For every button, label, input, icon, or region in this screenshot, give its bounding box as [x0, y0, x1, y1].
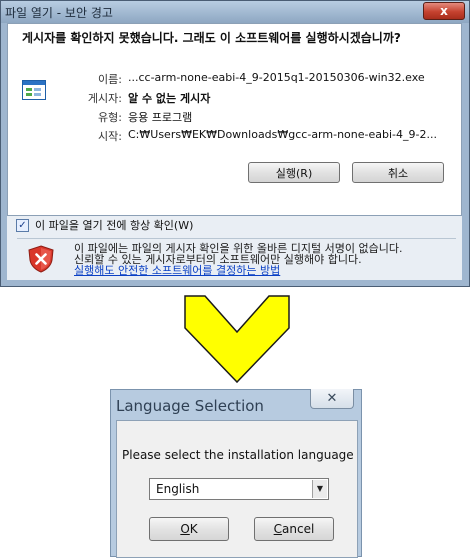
- security-question: 게시자를 확인하지 못했습니다. 그래도 이 소프트웨어를 실행하시겠습니까?: [22, 31, 401, 45]
- ok-button[interactable]: OK: [149, 517, 229, 541]
- run-button-label: 실행(R): [275, 166, 313, 180]
- shield-warning-icon: [28, 245, 54, 273]
- security-dialog-close-button[interactable]: x: [423, 2, 465, 20]
- from-label: 시작:: [98, 130, 122, 143]
- language-select-value: English: [156, 482, 200, 496]
- run-button[interactable]: 실행(R): [248, 162, 340, 183]
- name-value: ...cc-arm-none-eabi-4_9-2015q1-20150306-…: [128, 71, 425, 84]
- cancel-button-label: 취소: [387, 166, 409, 180]
- down-chevron-arrow-icon: [184, 295, 290, 384]
- dropdown-arrow-icon[interactable]: ▼: [312, 480, 327, 498]
- close-icon: x: [440, 4, 448, 18]
- language-prompt: Please select the installation language: [122, 448, 354, 462]
- security-dialog-title: 파일 열기 - 보안 경고: [5, 6, 113, 20]
- language-dialog-titlebar[interactable]: Language Selection ✕: [111, 389, 361, 420]
- cancel-button[interactable]: 취소: [352, 162, 444, 183]
- type-value: 응용 프로그램: [128, 111, 193, 124]
- warning-text: 이 파일에는 파일의 게시자 확인을 위한 올바른 디지털 서명이 없습니다. …: [74, 242, 403, 266]
- security-dialog-body: 게시자를 확인하지 못했습니다. 그래도 이 소프트웨어를 실행하시겠습니까? …: [7, 23, 462, 216]
- safe-software-help-link[interactable]: 실행해도 안전한 소프트웨어를 결정하는 방법: [74, 264, 280, 277]
- cancel-mnemonic: C: [273, 522, 283, 536]
- warning-message: 이 파일에는 파일의 게시자 확인을 위한 올바른 디지털 서명이 없습니다. …: [74, 243, 416, 276]
- type-label: 유형:: [98, 111, 122, 124]
- security-warning-dialog: 파일 열기 - 보안 경고 x 게시자를 확인하지 못했습니다. 그래도 이 소…: [0, 0, 470, 287]
- cancel-label-rest: ancel: [282, 522, 315, 536]
- application-icon: [22, 80, 46, 100]
- footer-divider: [17, 238, 456, 239]
- from-value: C:₩Users₩EK₩Downloads₩gcc-arm-none-eabi-…: [128, 128, 437, 141]
- ok-mnemonic: O: [180, 522, 190, 536]
- language-select[interactable]: English ▼: [149, 478, 329, 500]
- close-icon: ✕: [326, 391, 338, 406]
- always-ask-label[interactable]: 이 파일을 열기 전에 항상 확인(W): [35, 217, 193, 233]
- publisher-value: 알 수 없는 게시자: [128, 92, 211, 105]
- name-label: 이름:: [98, 73, 122, 86]
- always-ask-checkbox[interactable]: ✓: [16, 219, 29, 232]
- language-cancel-button[interactable]: Cancel: [254, 517, 334, 541]
- language-dialog-body: Please select the installation language …: [116, 420, 358, 558]
- security-dialog-titlebar[interactable]: 파일 열기 - 보안 경고 x: [1, 1, 469, 23]
- language-dialog-close-button[interactable]: ✕: [310, 389, 354, 409]
- language-dialog-title: Language Selection: [116, 397, 264, 415]
- publisher-label: 게시자:: [87, 92, 122, 105]
- security-dialog-footer: ✓ 이 파일을 열기 전에 항상 확인(W) 이 파일에는 파일의 게시자 확인…: [7, 216, 462, 280]
- ok-label-rest: K: [189, 522, 198, 536]
- language-selection-dialog: Language Selection ✕ Please select the i…: [110, 389, 362, 558]
